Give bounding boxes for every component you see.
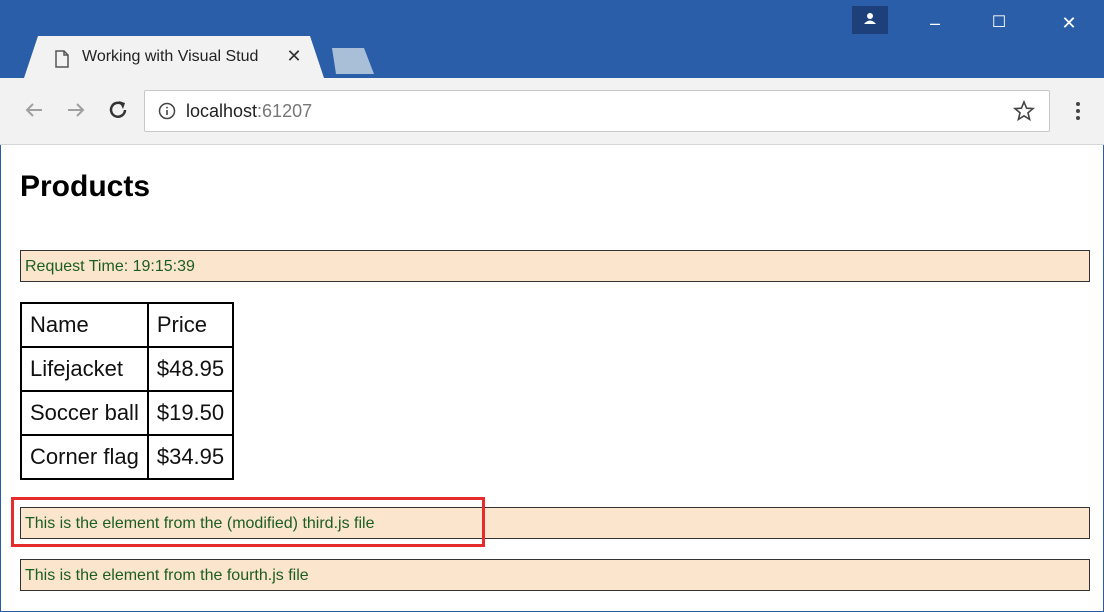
header-name: Name	[20, 302, 149, 348]
menu-icon[interactable]	[1066, 99, 1090, 123]
profile-button[interactable]	[852, 6, 888, 34]
cell-price: $34.95	[146, 434, 235, 480]
url-port: :61207	[257, 101, 313, 121]
cell-price: $19.50	[146, 390, 235, 436]
table-row: Soccer ball $19.50	[20, 390, 235, 436]
page-title: Products	[20, 170, 151, 203]
cell-name: Lifejacket	[20, 346, 149, 392]
info-icon[interactable]	[158, 102, 176, 120]
request-time-box: Request Time: 19:15:39	[20, 250, 1090, 282]
close-window-button[interactable]: ✕	[1046, 10, 1092, 36]
cell-name: Soccer ball	[20, 390, 149, 436]
reload-icon[interactable]	[104, 96, 132, 124]
forward-icon[interactable]	[62, 96, 90, 124]
highlight-annotation	[11, 497, 485, 547]
url-text[interactable]: localhost:61207	[186, 101, 312, 122]
cell-name: Corner flag	[20, 434, 149, 480]
page-icon	[55, 50, 69, 68]
url-host: localhost	[186, 101, 258, 121]
maximize-button[interactable]: ☐	[976, 10, 1022, 36]
header-price: Price	[146, 302, 235, 348]
table-row: Corner flag $34.95	[20, 434, 235, 480]
table-row: Lifejacket $48.95	[20, 346, 235, 392]
table-header-row: Name Price	[20, 302, 235, 348]
fourth-js-message-box: This is the element from the fourth.js f…	[20, 559, 1090, 591]
back-icon[interactable]	[20, 96, 48, 124]
cell-price: $48.95	[146, 346, 235, 392]
tab-close-icon[interactable]: ✕	[286, 46, 302, 66]
minimize-button[interactable]: –	[912, 10, 958, 36]
tab-title: Working with Visual Stud	[82, 48, 259, 65]
profile-icon	[864, 13, 876, 24]
star-icon[interactable]	[1012, 99, 1036, 123]
products-table: Name Price Lifejacket $48.95 Soccer ball…	[20, 302, 235, 480]
